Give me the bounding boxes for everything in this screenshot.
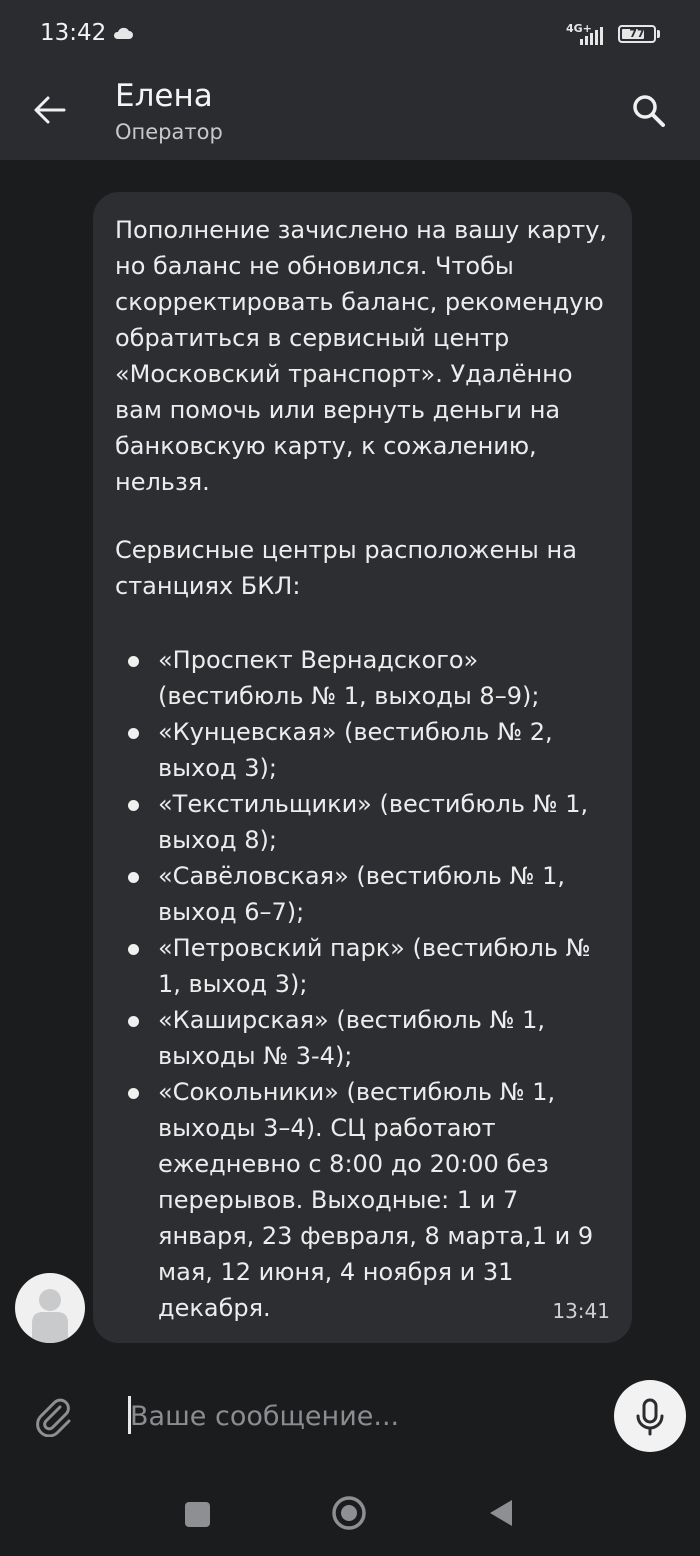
chat-header: Елена Оператор <box>0 70 700 160</box>
list-item: «Проспект Вернадского» (вестибюль № 1, в… <box>115 642 615 714</box>
system-nav-bar <box>0 1470 700 1556</box>
battery-tip <box>657 30 660 38</box>
battery-icon: 77 <box>618 25 656 43</box>
paperclip-icon[interactable] <box>33 1395 75 1437</box>
list-item: «Сокольники» (вестибюль № 1, выходы 3–4)… <box>115 1074 615 1326</box>
contact-name[interactable]: Елена <box>115 78 213 114</box>
message-timestamp: 13:41 <box>552 1299 610 1323</box>
back-triangle-icon[interactable] <box>488 1498 514 1528</box>
list-item: «Петровский парк» (вестибюль № 1, выход … <box>115 930 615 1002</box>
list-item: «Кунцевская» (вестибюль № 2, выход 3); <box>115 714 615 786</box>
home-button[interactable] <box>331 1495 367 1531</box>
list-item: «Савёловская» (вестибюль № 1, выход 6–7)… <box>115 858 615 930</box>
battery-level-text: 77 <box>629 27 645 40</box>
back-arrow-icon[interactable] <box>30 90 70 130</box>
status-time: 13:42 <box>40 20 107 46</box>
status-bar: 13:42 4G+ 77 <box>0 0 700 70</box>
contact-role: Оператор <box>115 120 223 144</box>
list-item: «Каширская» (вестибюль № 1, выходы № 3-4… <box>115 1002 615 1074</box>
list-item: «Текстильщики» (вестибюль № 1, выход 8); <box>115 786 615 858</box>
message-paragraph: Сервисные центры расположены на станциях… <box>115 536 577 600</box>
message-input[interactable] <box>130 1392 590 1440</box>
mic-button[interactable] <box>614 1380 686 1452</box>
service-center-list: «Проспект Вернадского» (вестибюль № 1, в… <box>115 642 615 1326</box>
cloud-icon <box>113 27 133 39</box>
user-icon <box>32 1289 68 1343</box>
search-icon[interactable] <box>630 92 668 130</box>
composer <box>0 1370 700 1470</box>
microphone-icon <box>636 1398 664 1436</box>
recent-apps-button[interactable] <box>185 1502 210 1527</box>
avatar[interactable] <box>15 1273 85 1343</box>
signal-icon <box>580 27 603 45</box>
message-paragraph: Пополнение зачислено на вашу карту, но б… <box>115 216 608 496</box>
message-bubble: Пополнение зачислено на вашу карту, но б… <box>93 192 632 1343</box>
